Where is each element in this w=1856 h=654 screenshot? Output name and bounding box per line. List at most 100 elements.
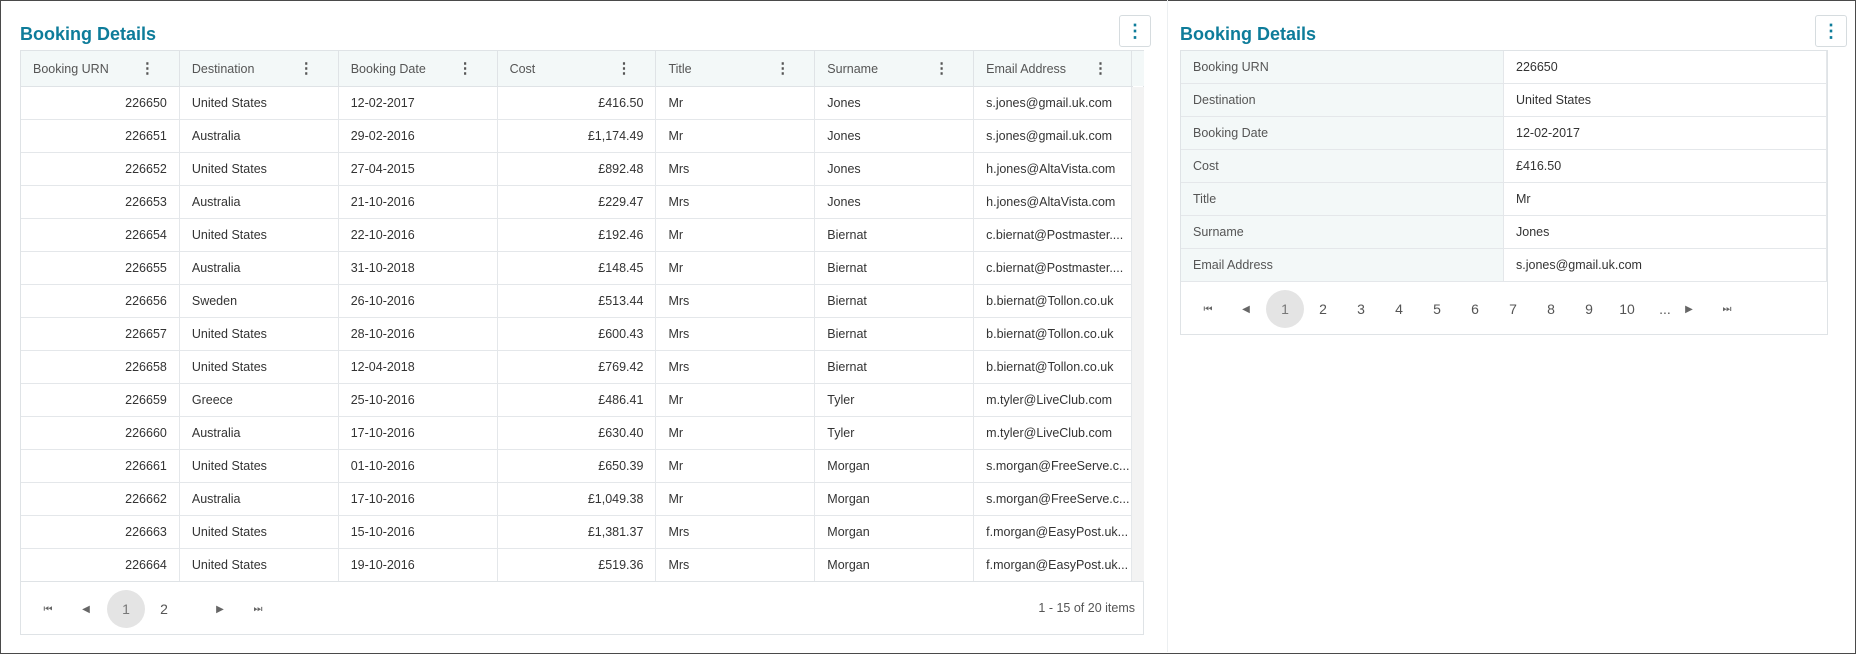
table-row[interactable]: 226653 Australia 21-10-2016 £229.47 Mrs Jones… — [21, 186, 1134, 219]
detail-value: s.jones@gmail.uk.com — [1504, 249, 1827, 281]
detail-value: United States — [1504, 84, 1827, 116]
page-number-button[interactable]: 6 — [1456, 290, 1494, 328]
table-cell: Morgan — [815, 483, 975, 515]
table-cell: Biernat — [815, 285, 975, 317]
page-number-button[interactable]: 2 — [1304, 290, 1342, 328]
column-header[interactable]: Cost ⋮ — [498, 51, 657, 86]
table-cell: Mr — [656, 87, 816, 119]
column-menu-icon[interactable]: ⋮ — [140, 59, 155, 77]
column-menu-icon[interactable]: ⋮ — [1093, 59, 1108, 77]
detail-prev-page-button[interactable]: ◀ — [1227, 290, 1265, 328]
table-cell: Biernat — [815, 318, 975, 350]
detail-label: Title — [1181, 183, 1504, 215]
detail-last-page-button[interactable]: ⏭ — [1708, 290, 1746, 328]
table-cell: s.morgan@FreeServe.c... — [974, 483, 1134, 515]
first-page-icon: ⏮ — [43, 603, 53, 615]
left-panel-menu-button[interactable]: ⋮ — [1119, 15, 1151, 47]
table-row[interactable]: 226659 Greece 25-10-2016 £486.41 Mr Tyler m.ty… — [21, 384, 1134, 417]
table-row[interactable]: 226655 Australia 31-10-2018 £148.45 Mr Bierna… — [21, 252, 1134, 285]
table-cell: Mrs — [656, 516, 816, 548]
table-cell: Australia — [180, 186, 339, 218]
table-cell: United States — [180, 219, 339, 251]
table-cell: £416.50 — [498, 87, 657, 119]
vertical-scrollbar[interactable] — [1131, 87, 1144, 581]
prev-page-icon: ◀ — [82, 603, 90, 615]
table-cell: Mrs — [656, 549, 816, 581]
page-number-button[interactable]: 1 — [107, 590, 145, 628]
column-menu-icon[interactable]: ⋮ — [775, 59, 790, 77]
table-cell: s.morgan@FreeServe.c... — [974, 450, 1134, 482]
column-header[interactable]: Booking Date ⋮ — [339, 51, 498, 86]
detail-next-page-button[interactable]: ▶ — [1670, 290, 1708, 328]
detail-value: 12-02-2017 — [1504, 117, 1827, 149]
table-cell: 17-10-2016 — [339, 483, 498, 515]
table-cell: 31-10-2018 — [339, 252, 498, 284]
table-row[interactable]: 226654 United States 22-10-2016 £192.46 Mr Bi… — [21, 219, 1134, 252]
column-header[interactable]: Destination ⋮ — [180, 51, 339, 86]
page-number-button[interactable]: 1 — [1266, 290, 1304, 328]
table-row[interactable]: 226662 Australia 17-10-2016 £1,049.38 Mr Morg… — [21, 483, 1134, 516]
column-menu-icon[interactable]: ⋮ — [458, 59, 473, 77]
table-cell: Biernat — [815, 219, 975, 251]
page-number-button[interactable]: 3 — [1342, 290, 1380, 328]
column-header-label: Booking URN — [33, 61, 109, 76]
table-cell: 226662 — [21, 483, 180, 515]
table-cell: £1,381.37 — [498, 516, 657, 548]
detail-value: 226650 — [1504, 51, 1827, 83]
table-cell: 226655 — [21, 252, 180, 284]
table-row[interactable]: 226661 United States 01-10-2016 £650.39 Mr Mo… — [21, 450, 1134, 483]
table-cell: m.tyler@LiveClub.com — [974, 384, 1134, 416]
grid-pager: ⏮ ◀ 12 ▶ ⏭ 1 - 15 of 20 items — [21, 581, 1143, 635]
table-cell: Tyler — [815, 417, 975, 449]
prev-page-button[interactable]: ◀ — [67, 590, 105, 628]
detail-value: £416.50 — [1504, 150, 1827, 182]
next-page-button[interactable]: ▶ — [201, 590, 239, 628]
table-cell: h.jones@AltaVista.com — [974, 186, 1134, 218]
column-menu-icon[interactable]: ⋮ — [299, 59, 314, 77]
detail-first-page-button[interactable]: ⏮ — [1189, 290, 1227, 328]
detail-label: Surname — [1181, 216, 1504, 248]
column-menu-icon[interactable]: ⋮ — [934, 59, 949, 77]
first-page-button[interactable]: ⏮ — [29, 590, 67, 628]
table-cell: Mr — [656, 252, 816, 284]
page-number-button[interactable]: 2 — [145, 590, 183, 628]
page-number-button[interactable]: 4 — [1380, 290, 1418, 328]
table-row[interactable]: 226651 Australia 29-02-2016 £1,174.49 Mr Jone… — [21, 120, 1134, 153]
table-row[interactable]: 226657 United States 28-10-2016 £600.43 Mrs B… — [21, 318, 1134, 351]
table-cell: Mr — [656, 450, 816, 482]
page-number-button[interactable]: 5 — [1418, 290, 1456, 328]
table-row[interactable]: 226660 Australia 17-10-2016 £630.40 Mr Tyler m… — [21, 417, 1134, 450]
table-cell: s.jones@gmail.uk.com — [974, 120, 1134, 152]
grid-header: Booking URN ⋮ Destination ⋮ Booking Date ⋮ Cos… — [21, 51, 1144, 87]
table-row[interactable]: 226656 Sweden 26-10-2016 £513.44 Mrs Biernat b… — [21, 285, 1134, 318]
table-row[interactable]: 226658 United States 12-04-2018 £769.42 Mrs B… — [21, 351, 1134, 384]
table-row[interactable]: 226652 United States 27-04-2015 £892.48 Mrs J… — [21, 153, 1134, 186]
detail-row: Booking Date 12-02-2017 — [1181, 117, 1827, 150]
page-number-button[interactable]: 7 — [1494, 290, 1532, 328]
column-header[interactable]: Email Address ⋮ — [974, 51, 1134, 86]
table-cell: 226657 — [21, 318, 180, 350]
table-cell: Tyler — [815, 384, 975, 416]
table-row[interactable]: 226663 United States 15-10-2016 £1,381.37 Mr… — [21, 516, 1134, 549]
column-header[interactable]: Booking URN ⋮ — [21, 51, 180, 86]
pager-info: 1 - 15 of 20 items — [1038, 601, 1135, 615]
last-page-button[interactable]: ⏭ — [239, 590, 277, 628]
table-cell: 226651 — [21, 120, 180, 152]
table-cell: b.biernat@Tollon.co.uk — [974, 351, 1134, 383]
table-cell: 226650 — [21, 87, 180, 119]
panel-divider — [1167, 0, 1168, 652]
right-panel-menu-button[interactable]: ⋮ — [1815, 15, 1847, 47]
page-number-button[interactable]: 8 — [1532, 290, 1570, 328]
table-cell: 226654 — [21, 219, 180, 251]
page-number-button[interactable]: 10 — [1608, 290, 1646, 328]
table-cell: £513.44 — [498, 285, 657, 317]
column-menu-icon[interactable]: ⋮ — [616, 59, 631, 77]
table-row[interactable]: 226650 United States 12-02-2017 £416.50 Mr Jo… — [21, 87, 1134, 120]
table-cell: Mr — [656, 219, 816, 251]
table-cell: United States — [180, 450, 339, 482]
table-row[interactable]: 226664 United States 19-10-2016 £519.36 Mrs M… — [21, 549, 1134, 582]
column-header[interactable]: Title ⋮ — [656, 51, 816, 86]
page-number-button[interactable]: 9 — [1570, 290, 1608, 328]
table-cell: f.morgan@EasyPost.uk... — [974, 549, 1134, 581]
column-header[interactable]: Surname ⋮ — [815, 51, 975, 86]
